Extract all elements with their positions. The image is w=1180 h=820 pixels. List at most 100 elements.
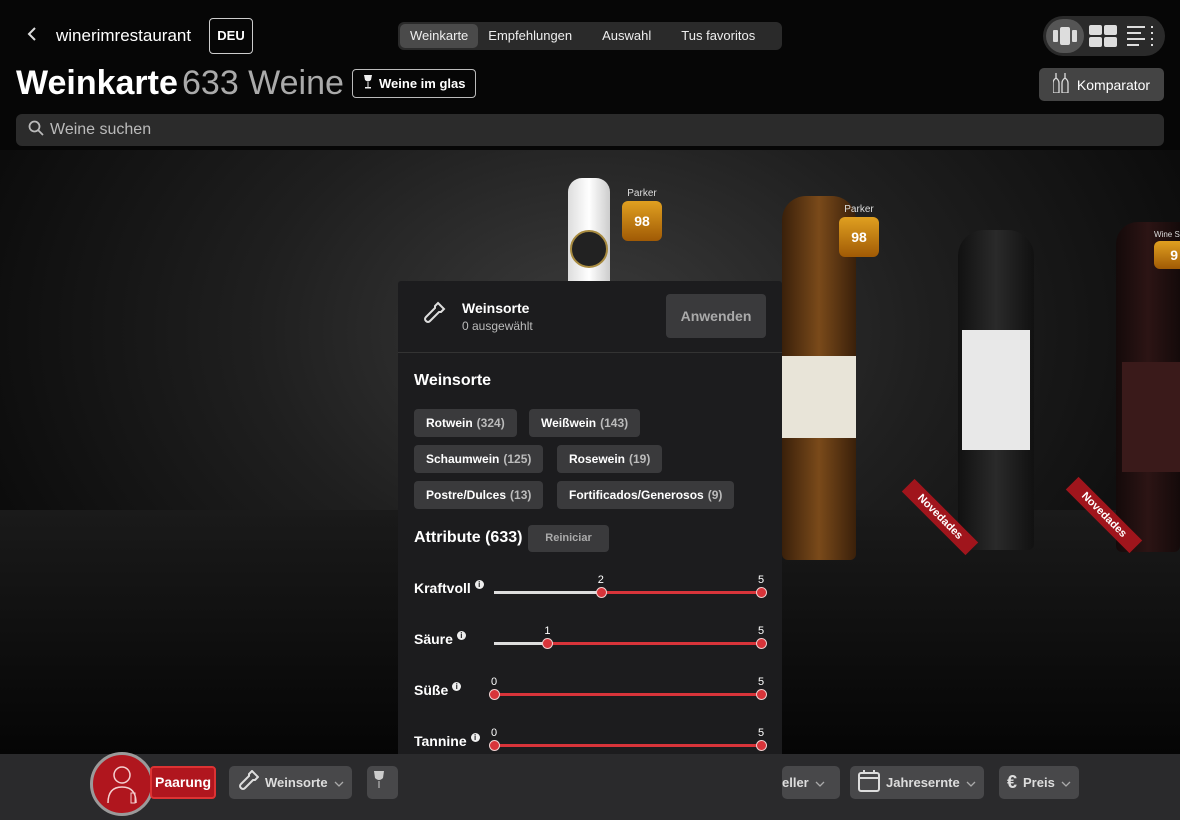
- tab-selection[interactable]: Auswahl: [592, 24, 661, 48]
- apply-button[interactable]: Anwenden: [666, 294, 766, 338]
- vintage-filter-label: Jahresernte: [886, 775, 960, 790]
- chip-label: Schaumwein: [426, 452, 500, 466]
- range-max-value: 5: [757, 676, 765, 688]
- language-selector[interactable]: DEU: [209, 18, 253, 54]
- range-max-value: 5: [757, 574, 765, 586]
- wine-type-filter-label: Weinsorte: [265, 775, 328, 790]
- filter-panel: Weinsorte 0 ausgewählt Anwenden Weinsort…: [398, 281, 782, 820]
- chip-count: (324): [476, 416, 505, 430]
- attribute-slider-acidity: Säure i 1 5: [414, 613, 774, 653]
- cellar-filter-label: eller: [782, 775, 809, 790]
- cellar-filter[interactable]: eller: [782, 766, 840, 799]
- bottle-label: [962, 330, 1030, 450]
- wine-bottle[interactable]: [568, 178, 610, 288]
- restaurant-name: winerimrestaurant: [56, 26, 192, 45]
- chip-white-wine[interactable]: Weißwein (143): [529, 409, 641, 437]
- selected-count: 0 ausgewählt: [462, 319, 533, 333]
- attribute-slider-sweetness: Süße i 0 5: [414, 664, 774, 704]
- pairing-button[interactable]: Paarung: [150, 766, 216, 799]
- list-view-icon[interactable]: [1122, 19, 1160, 53]
- chip-fortified-wine[interactable]: Fortificados/Generosos (9): [557, 481, 735, 509]
- attribute-label: Säure i: [414, 631, 466, 647]
- filter-panel-header: Weinsorte 0 ausgewählt Anwenden: [398, 281, 782, 353]
- filter-panel-title: Weinsorte: [462, 300, 530, 316]
- wine-bottle[interactable]: [1116, 222, 1180, 552]
- range-min-handle[interactable]: [489, 689, 500, 700]
- rating-source: Parker: [627, 188, 657, 199]
- info-icon[interactable]: i: [456, 631, 466, 640]
- tab-recommendations[interactable]: Empfehlungen: [478, 24, 582, 48]
- chip-sparkling-wine[interactable]: Schaumwein (125): [414, 445, 544, 473]
- price-filter[interactable]: € Preis: [999, 766, 1079, 799]
- wines-by-glass-label: Weine im glas: [379, 76, 466, 91]
- range-max-handle[interactable]: [756, 740, 767, 751]
- wine-bottle-icon: [420, 301, 446, 332]
- bottles-icon: [1052, 73, 1069, 96]
- attribute-slider-full-bodied: Kraftvoll i 2 5: [414, 562, 774, 602]
- search-input[interactable]: [50, 121, 650, 139]
- glass-filter[interactable]: [367, 766, 398, 799]
- vintage-filter[interactable]: Jahresernte: [850, 766, 984, 799]
- chip-label: Postre/Dulces: [426, 488, 507, 502]
- wine-type-section-title: Weinsorte: [414, 372, 492, 389]
- range-min-handle[interactable]: [542, 638, 554, 649]
- rating-badge: Wine S 9: [1154, 230, 1180, 269]
- chevron-down-icon: [966, 775, 976, 790]
- range-min-value: 0: [490, 727, 498, 739]
- rating-source: Parker: [844, 204, 874, 215]
- range-max-handle[interactable]: [756, 638, 767, 649]
- chevron-down-icon: [334, 775, 344, 790]
- wine-type-filter[interactable]: Weinsorte: [229, 766, 352, 799]
- price-filter-label: Preis: [1023, 775, 1055, 790]
- comparator-button[interactable]: Komparator: [1039, 68, 1164, 101]
- carousel-view-icon[interactable]: [1046, 19, 1084, 53]
- range-min-handle[interactable]: [595, 587, 607, 598]
- chip-red-wine[interactable]: Rotwein (324): [414, 409, 517, 437]
- range-track[interactable]: 0 5: [489, 676, 767, 700]
- range-min-value: 1: [544, 625, 551, 637]
- chip-label: Rosewein: [569, 452, 626, 466]
- tab-wine-list[interactable]: Weinkarte: [400, 24, 479, 48]
- attribute-label: Kraftvoll i: [414, 580, 484, 596]
- info-icon[interactable]: i: [474, 580, 484, 589]
- chevron-down-icon: [815, 775, 825, 790]
- attribute-label: Süße i: [414, 682, 462, 698]
- calendar-icon: [858, 770, 880, 795]
- top-bar: winerimrestaurant DEU Weinkarte Empfehlu…: [0, 0, 1180, 72]
- info-icon[interactable]: i: [452, 682, 462, 691]
- wine-glass-icon: [363, 75, 373, 92]
- euro-icon: €: [1007, 772, 1018, 792]
- range-track[interactable]: 0 5: [489, 727, 767, 751]
- chip-rose-wine[interactable]: Rosewein (19): [557, 445, 663, 473]
- chip-dessert-wine[interactable]: Postre/Dulces (13): [414, 481, 544, 509]
- search-icon: [28, 120, 44, 141]
- rating-score: 98: [839, 217, 879, 257]
- bottle-label: [782, 356, 856, 438]
- range-min-value: 2: [597, 574, 604, 586]
- grid-view-icon[interactable]: [1084, 19, 1122, 53]
- wines-by-glass-button[interactable]: Weine im glas: [352, 69, 477, 98]
- rating-badge: Parker 98: [622, 188, 662, 241]
- rating-badge: Parker 98: [839, 204, 879, 257]
- range-max-handle[interactable]: [756, 587, 767, 598]
- info-icon[interactable]: i: [470, 733, 480, 742]
- back-arrow-icon[interactable]: [26, 24, 46, 48]
- chip-label: Rotwein: [426, 416, 473, 430]
- chip-count: (125): [503, 452, 532, 466]
- range-track[interactable]: 2 5: [494, 574, 767, 598]
- range-max-handle[interactable]: [756, 689, 767, 700]
- chip-label: Fortificados/Generosos: [569, 488, 704, 502]
- sommelier-avatar-icon[interactable]: [90, 752, 154, 816]
- attribute-slider-tannins: Tannine i 0 5: [414, 715, 774, 755]
- chip-count: (13): [510, 488, 532, 502]
- range-fill: [494, 642, 548, 645]
- chip-label: Weißwein: [541, 416, 597, 430]
- range-track[interactable]: 1 5: [494, 625, 767, 649]
- range-min-handle[interactable]: [489, 740, 500, 751]
- chip-count: (9): [707, 488, 723, 502]
- wine-bottle[interactable]: [958, 230, 1034, 550]
- chevron-down-icon: [1061, 775, 1071, 790]
- reset-button[interactable]: Reiniciar: [528, 525, 609, 552]
- wine-bottle-icon: [237, 769, 260, 795]
- tab-favorites[interactable]: Tus favoritos: [671, 24, 765, 48]
